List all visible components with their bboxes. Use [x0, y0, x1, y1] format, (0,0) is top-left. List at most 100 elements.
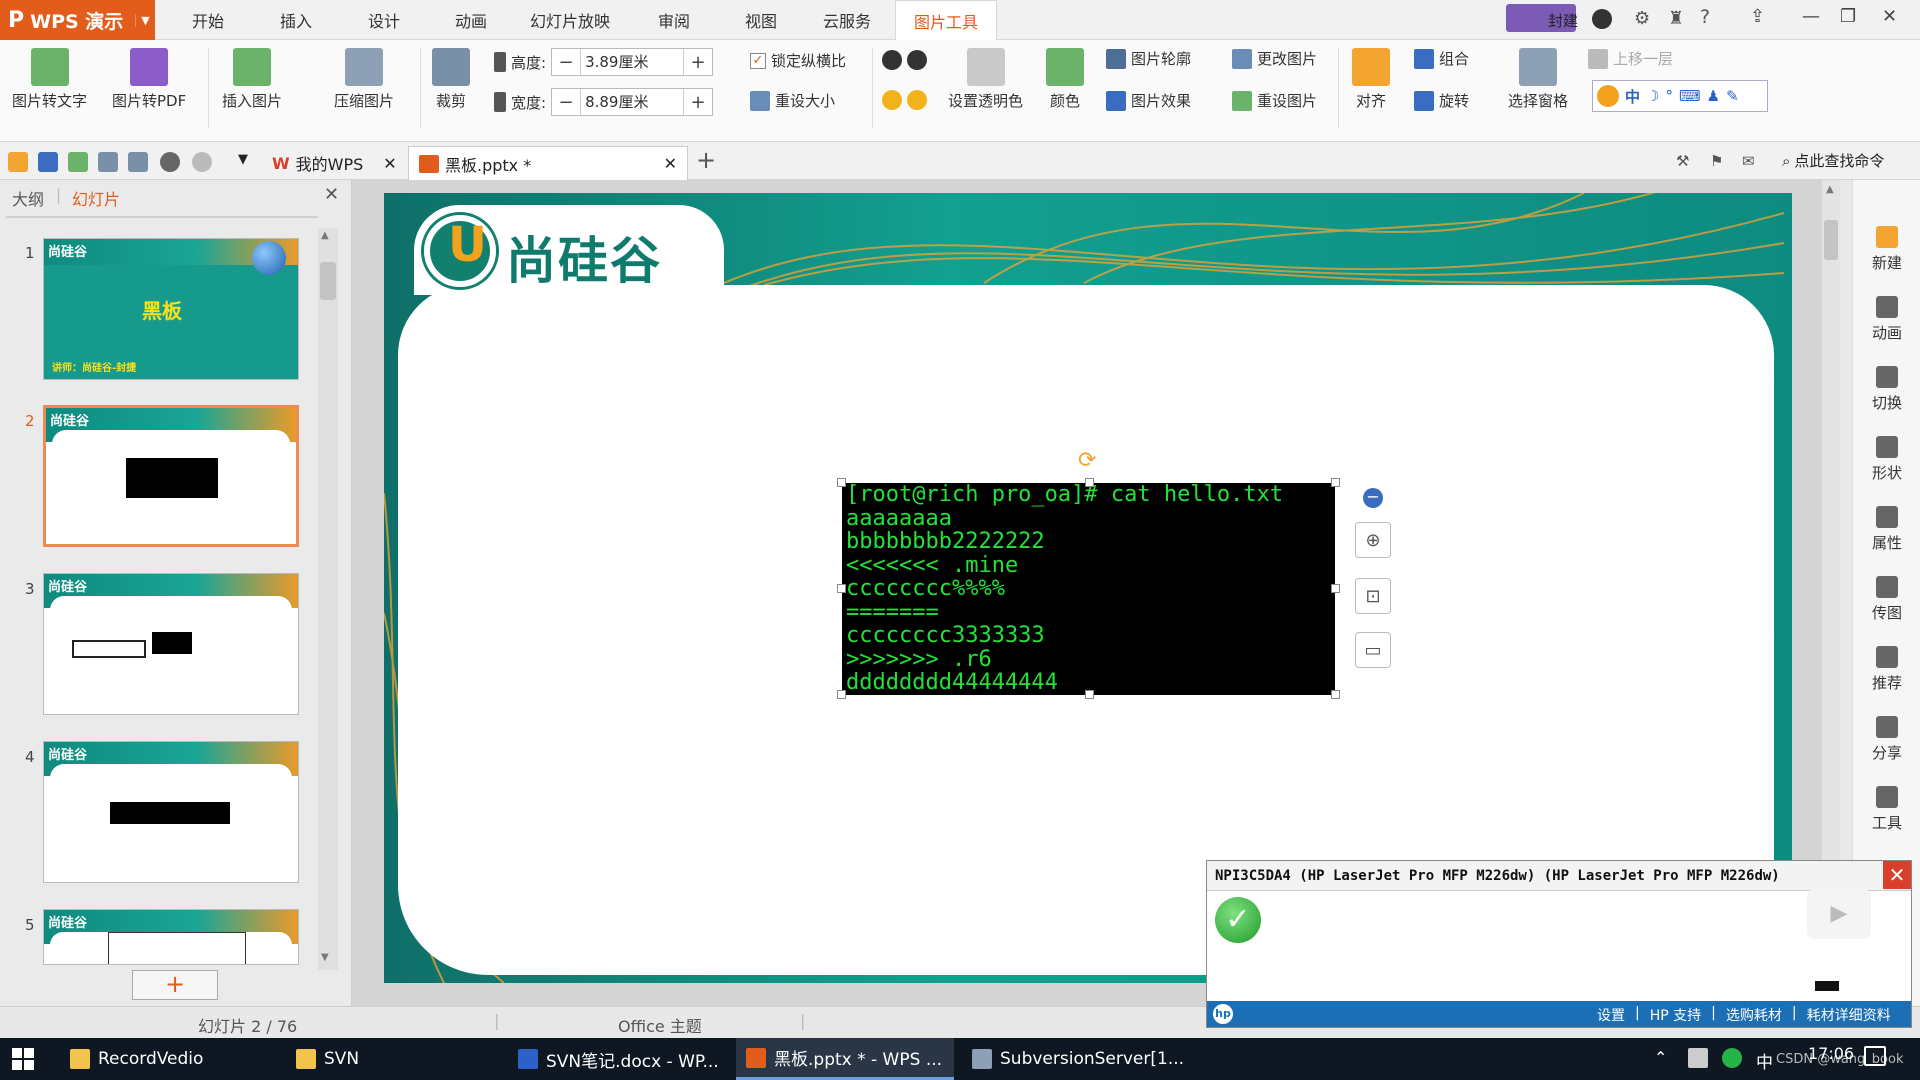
compress-picture-button[interactable]: 压缩图片 — [334, 48, 394, 111]
printer-close-button[interactable]: ✕ — [1883, 861, 1911, 889]
minimize-button[interactable]: — — [1802, 6, 1820, 27]
tab-view[interactable]: 视图 — [745, 0, 777, 40]
open-icon[interactable] — [8, 152, 28, 172]
windows-start-icon[interactable] — [12, 1048, 34, 1070]
slide-thumbnail-2[interactable]: 尚硅谷 — [43, 405, 299, 547]
close-button[interactable]: ✕ — [1882, 6, 1897, 27]
clock-time[interactable]: 17:06 — [1808, 1044, 1854, 1063]
share-icon[interactable]: ⚑ — [1710, 152, 1723, 170]
taskbar-item-svn[interactable]: SVN — [286, 1038, 500, 1080]
undo-icon[interactable] — [160, 152, 180, 172]
rail-new[interactable]: 新建 — [1853, 226, 1920, 273]
pic-to-text-button[interactable]: 图片转文字 — [12, 48, 87, 111]
slide-thumbnail-1[interactable]: 尚硅谷 黑板 讲师：尚硅谷-封捷 — [43, 238, 299, 380]
wps-app-button[interactable]: P WPS 演示 ▼ — [0, 0, 155, 40]
tab-review[interactable]: 审阅 — [658, 0, 690, 40]
slide-thumbnail-3[interactable]: 尚硅谷 — [43, 573, 299, 715]
picture-tool[interactable]: ▭ — [1355, 632, 1391, 668]
zoom-in-tool[interactable]: ⊕ — [1355, 522, 1391, 558]
tab-start[interactable]: 开始 — [192, 0, 224, 40]
tray-chevron-up-icon[interactable]: ⌃ — [1654, 1048, 1667, 1067]
width-decrease-button[interactable]: − — [552, 92, 580, 113]
brightness-button[interactable] — [882, 90, 927, 110]
upload-icon[interactable]: ⇪ — [1750, 6, 1765, 27]
comment-icon[interactable]: ✉ — [1742, 152, 1755, 170]
print-preview-icon[interactable] — [128, 152, 148, 172]
height-increase-button[interactable]: + — [684, 52, 712, 73]
tab-animation[interactable]: 动画 — [455, 0, 487, 40]
ime-toolbar[interactable]: 中 ☽ ° ⌨ ♟ ✎ — [1592, 80, 1768, 112]
maximize-button[interactable]: ❐ — [1840, 6, 1856, 27]
resize-handle[interactable] — [1331, 690, 1340, 699]
export-icon[interactable] — [68, 152, 88, 172]
ime-indicator[interactable]: 中 — [1756, 1048, 1773, 1073]
height-input[interactable]: 3.89厘米 — [580, 49, 685, 75]
outline-button[interactable]: 图片轮廓 — [1106, 48, 1191, 69]
resize-handle[interactable] — [837, 478, 846, 487]
tab-slides[interactable]: 幻灯片 — [72, 186, 120, 210]
thumb-scrollbar[interactable]: ▲ ▼ — [318, 228, 338, 970]
color-button[interactable]: 颜色 — [1046, 48, 1084, 111]
terminal-screenshot-image[interactable]: [root@rich pro_oa]# cat hello.txt aaaaaaa… — [842, 483, 1335, 695]
taskbar-item-blackboard[interactable]: 黑板.pptx * - WPS ... — [736, 1038, 954, 1080]
print-icon[interactable] — [98, 152, 118, 172]
tab-cloud[interactable]: 云服务 — [823, 0, 871, 40]
tab-picture-tools[interactable]: 图片工具 — [895, 0, 998, 40]
customize-chevron-icon[interactable]: ▼ — [238, 152, 248, 167]
rail-shape[interactable]: 形状 — [1853, 436, 1920, 483]
height-decrease-button[interactable]: − — [552, 52, 580, 73]
add-slide-button[interactable]: + — [132, 970, 218, 1000]
slide-thumbnail-5[interactable]: 尚硅谷 — [43, 909, 299, 965]
resize-handle[interactable] — [1331, 478, 1340, 487]
command-search[interactable]: ⌕ 点此查找命令 — [1782, 150, 1884, 171]
printer-link-supply-details[interactable]: 耗材详细资料 — [1807, 1005, 1891, 1025]
save-icon[interactable] — [38, 152, 58, 172]
tab-insert[interactable]: 插入 — [280, 0, 312, 40]
set-transparent-button[interactable]: 设置透明色 — [948, 48, 1023, 111]
width-input[interactable]: 8.89厘米 — [580, 89, 685, 115]
bring-forward-button[interactable]: 上移一层 — [1588, 48, 1673, 69]
pic-to-pdf-button[interactable]: 图片转PDF — [112, 48, 186, 111]
resize-handle[interactable] — [1085, 690, 1094, 699]
printer-tray-icon[interactable] — [1688, 1048, 1708, 1068]
rail-properties[interactable]: 属性 — [1853, 506, 1920, 553]
tab-outline[interactable]: 大纲 — [12, 186, 44, 210]
rail-animation[interactable]: 动画 — [1853, 296, 1920, 343]
shirt-icon[interactable]: ♜ — [1668, 8, 1684, 29]
rail-share[interactable]: 分享 — [1853, 716, 1920, 763]
insert-picture-button[interactable]: 插入图片 — [222, 48, 282, 111]
width-increase-button[interactable]: + — [684, 92, 712, 113]
close-pane-icon[interactable]: ✕ — [324, 184, 339, 205]
rail-tools[interactable]: 工具 — [1853, 786, 1920, 833]
resize-handle[interactable] — [1331, 584, 1340, 593]
tab-slideshow[interactable]: 幻灯片放映 — [530, 0, 610, 40]
collapse-icon[interactable]: ⚒ — [1676, 152, 1689, 170]
printer-link-buy-supplies[interactable]: 选购耗材 — [1726, 1005, 1782, 1025]
rotate-handle-icon[interactable]: ⟳ — [1078, 448, 1096, 473]
select-pane-button[interactable]: 选择窗格 — [1508, 48, 1568, 111]
resize-handle[interactable] — [1085, 478, 1094, 487]
rail-transition[interactable]: 切换 — [1853, 366, 1920, 413]
slide-thumbnail-4[interactable]: 尚硅谷 — [43, 741, 299, 883]
tray-app-icon[interactable] — [1722, 1048, 1742, 1068]
taskbar-item-svn-notes[interactable]: SVN笔记.docx - WP... — [508, 1038, 732, 1080]
play-icon[interactable]: ▶ — [1807, 889, 1871, 939]
change-picture-button[interactable]: 更改图片 — [1232, 48, 1317, 69]
taskbar-item-subversion-server[interactable]: SubversionServer[1... — [962, 1038, 1186, 1080]
group-button[interactable]: 组合 — [1414, 48, 1469, 69]
crop-button[interactable]: 裁剪 — [432, 48, 470, 111]
thumb-scroll-handle[interactable] — [320, 262, 336, 300]
user-name[interactable]: 封建 — [1548, 10, 1578, 31]
taskbar-item-recordvedio[interactable]: RecordVedio — [60, 1038, 288, 1080]
notification-icon[interactable] — [1864, 1046, 1886, 1066]
tab-design[interactable]: 设计 — [368, 0, 400, 40]
contrast-button[interactable] — [882, 50, 927, 70]
lock-ratio-checkbox[interactable]: ✓ 锁定纵横比 — [750, 50, 846, 71]
close-tab-icon[interactable]: ✕ — [664, 154, 677, 173]
rail-upload-picture[interactable]: 传图 — [1853, 576, 1920, 623]
collapse-minus-icon[interactable]: − — [1363, 488, 1383, 508]
coin-icon[interactable] — [1592, 9, 1612, 29]
reset-size-button[interactable]: 重设大小 — [750, 90, 835, 111]
rotate-button[interactable]: 旋转 — [1414, 90, 1469, 111]
scroll-handle[interactable] — [1824, 220, 1838, 260]
